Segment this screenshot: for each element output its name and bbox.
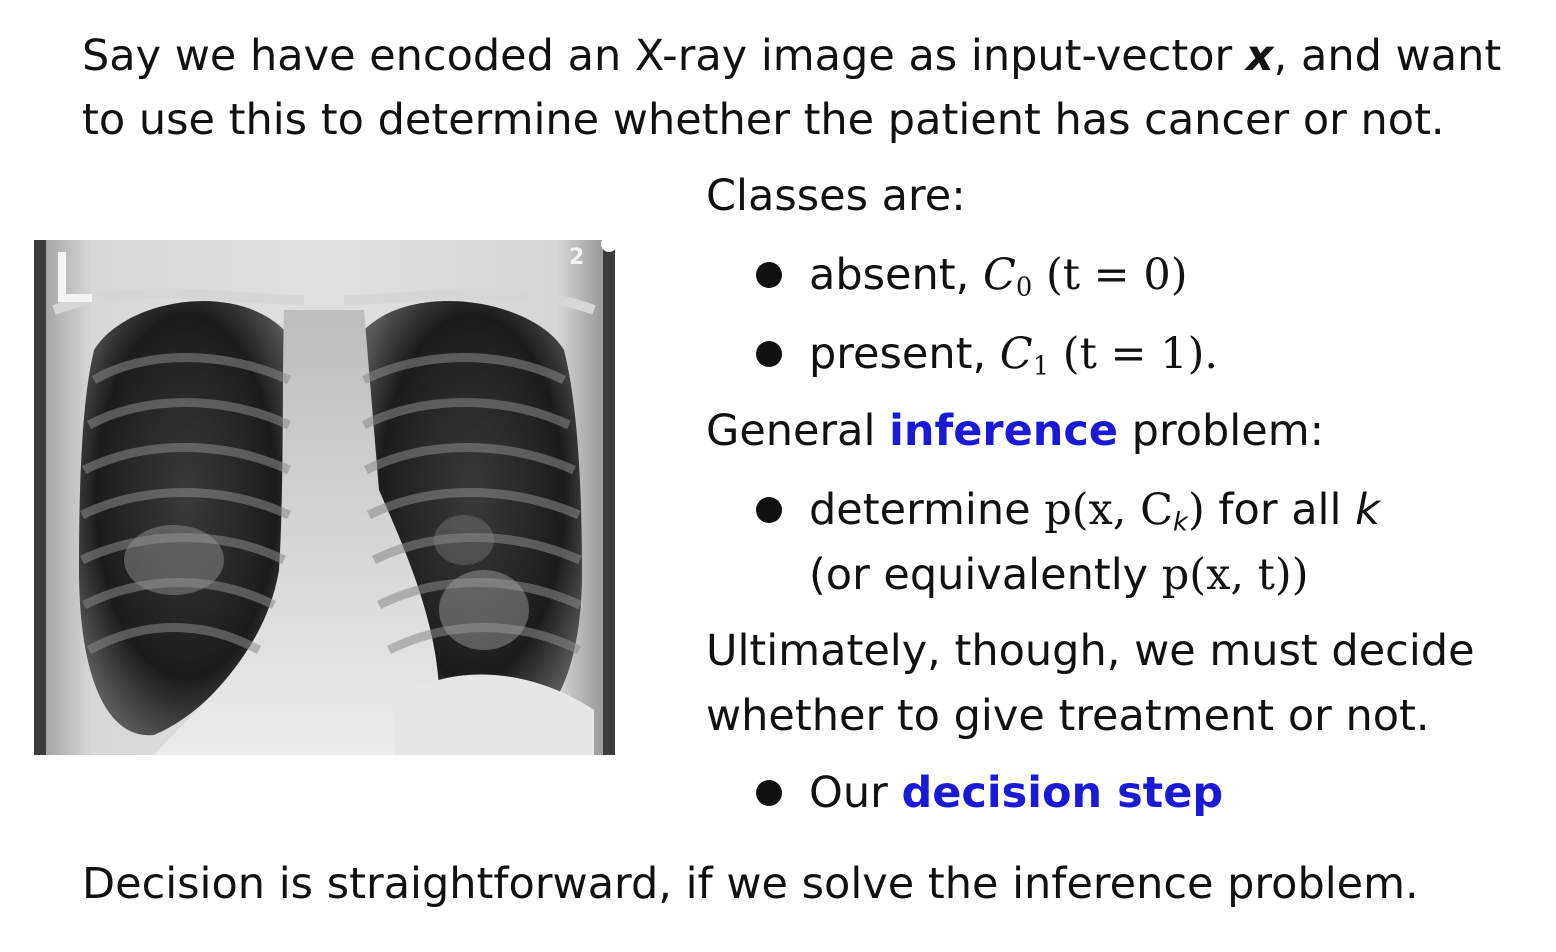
slide: Say we have encoded an X-ray image as in…	[0, 0, 1556, 952]
decision-bullet-prefix: Our	[809, 768, 902, 818]
chest-xray-image: 2	[34, 240, 615, 755]
class-absent-label: absent,	[809, 250, 983, 300]
classes-heading: Classes are:	[706, 171, 966, 221]
inference-keyword: inference	[889, 406, 1118, 456]
inference-prefix: General	[706, 406, 890, 456]
bullet-icon	[756, 780, 782, 806]
class-absent-condition: (t = 0)	[1032, 250, 1188, 300]
inference-bullet-var: k	[1355, 485, 1381, 535]
inference-bullet-prefix: determine	[809, 485, 1045, 535]
class-present-label: present,	[809, 329, 1000, 379]
intro-paragraph: Say we have encoded an X-ray image as in…	[82, 24, 1522, 152]
inference-bullet-line-1: determine p(x, Ck) for all k	[809, 478, 1380, 542]
input-vector-symbol: x	[1245, 31, 1274, 81]
class-present-symbol: C	[999, 329, 1033, 379]
equivalent-probability-expression: p(x, t))	[1161, 550, 1309, 600]
inference-bullet: determine p(x, Ck) for all k (or equival…	[706, 478, 1426, 608]
bullet-icon	[756, 262, 782, 288]
intro-line-1-before: Say we have encoded an X-ray image as in…	[82, 31, 1246, 81]
bullet-icon	[756, 341, 782, 367]
inference-bullet-suffix: for all	[1204, 485, 1356, 535]
inference-suffix: problem:	[1118, 406, 1325, 456]
decision-step-keyword: decision step	[901, 768, 1224, 818]
decision-bullet-text: Our decision step	[809, 761, 1223, 825]
decision-line-2: whether to give treatment or not.	[706, 691, 1430, 741]
class-item-present: present, C1 (t = 1).	[706, 322, 1406, 386]
intro-line-1-after: , and want	[1273, 31, 1502, 81]
intro-line-2: to use this to determine whether the pat…	[82, 95, 1445, 145]
decision-bullet: Our decision step	[706, 761, 1406, 825]
joint-probability-close: )	[1187, 485, 1205, 535]
intro-line-1: Say we have encoded an X-ray image as in…	[82, 24, 1522, 88]
class-item-absent: absent, C0 (t = 0)	[706, 243, 1406, 307]
joint-probability-subscript: k	[1173, 507, 1188, 538]
class-present-condition: (t = 1).	[1049, 329, 1219, 379]
bullet-icon	[756, 497, 782, 523]
joint-probability-expression: p(x, C	[1044, 485, 1173, 535]
decision-line-1: Ultimately, though, we must decide	[706, 626, 1475, 676]
class-item-absent-text: absent, C0 (t = 0)	[809, 243, 1188, 307]
film-marker-right: 2	[569, 245, 584, 270]
inference-bullet-line-2: (or equivalently p(x, t))	[809, 543, 1309, 607]
class-absent-symbol: C	[982, 250, 1016, 300]
inference-bullet-line-2-prefix: (or equivalently	[809, 550, 1162, 600]
inference-heading: General inference problem:	[706, 399, 1324, 463]
class-absent-subscript: 0	[1015, 272, 1033, 303]
closing-statement: Decision is straightforward, if we solve…	[82, 859, 1419, 909]
class-present-subscript: 1	[1032, 351, 1050, 382]
class-item-present-text: present, C1 (t = 1).	[809, 322, 1218, 386]
